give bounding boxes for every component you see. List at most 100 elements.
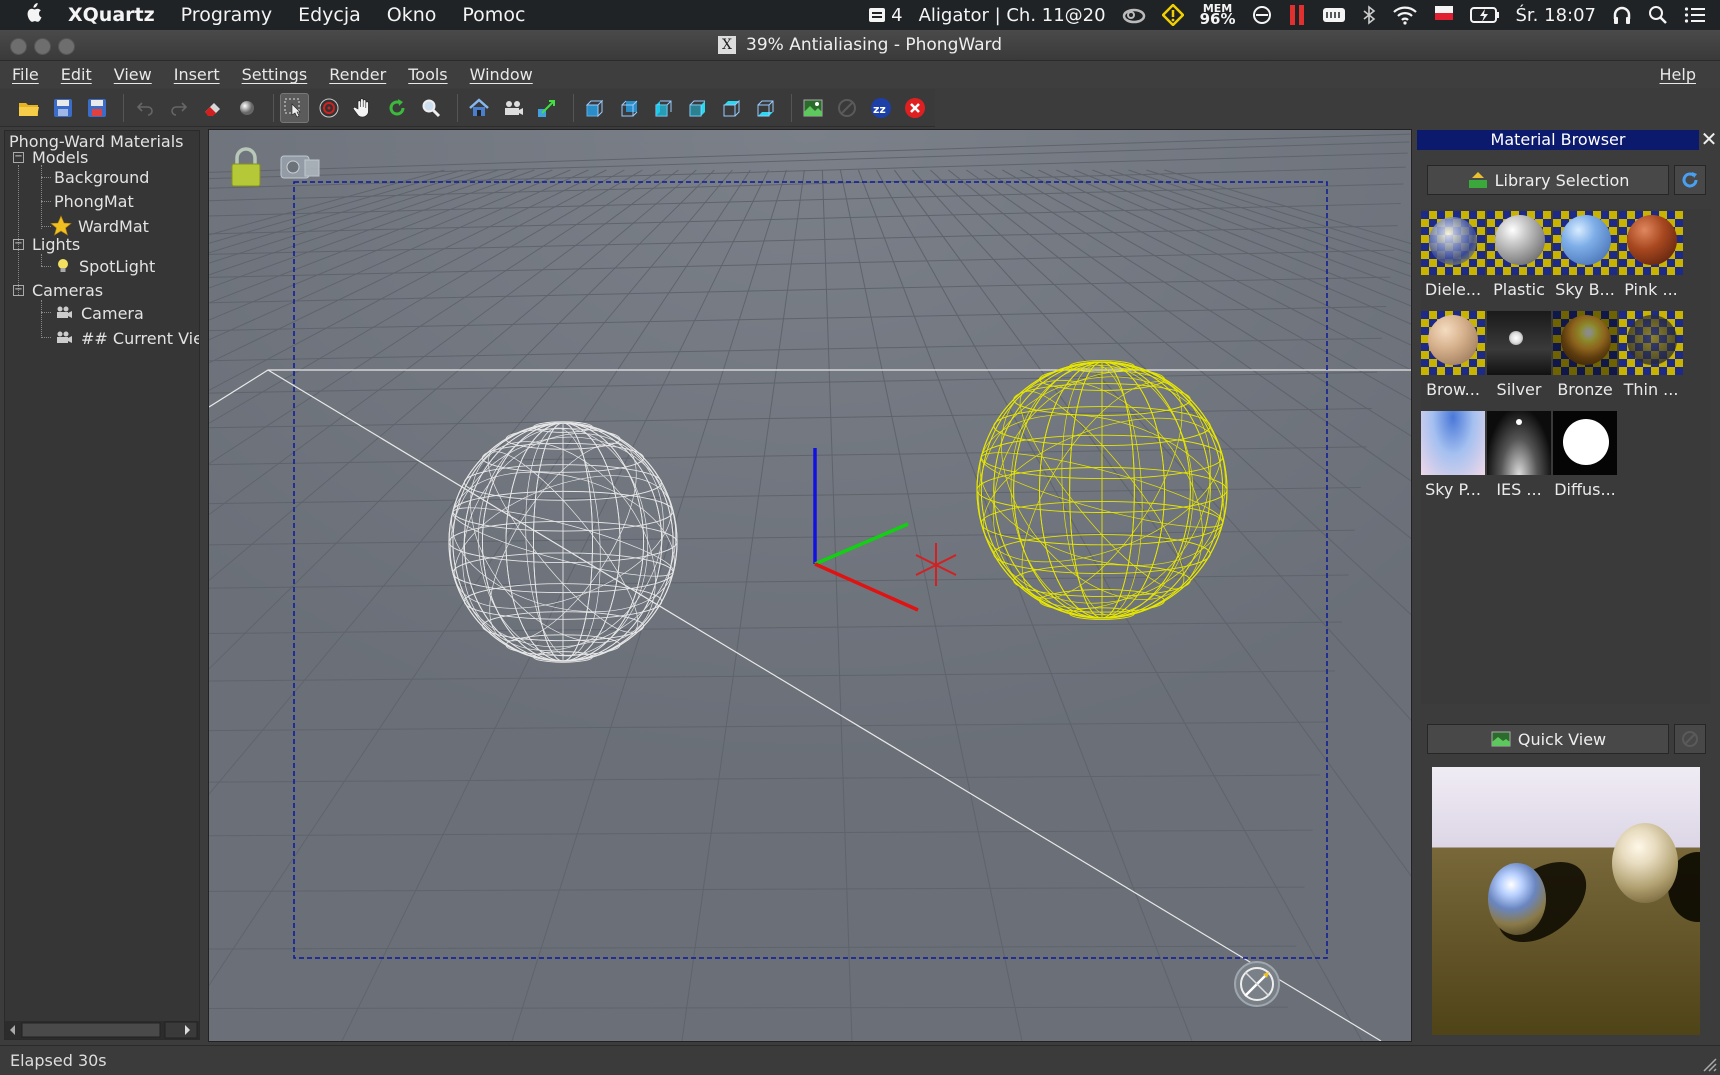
3d-viewport[interactable] bbox=[208, 129, 1412, 1042]
menu-view[interactable]: View bbox=[114, 65, 152, 84]
quick-view-button[interactable]: Quick View bbox=[1427, 724, 1669, 754]
tree-horizontal-scrollbar[interactable] bbox=[5, 1021, 199, 1039]
tree-node-lights[interactable]: − Lights bbox=[13, 232, 80, 256]
collapse-toggle-icon[interactable]: − bbox=[13, 151, 24, 163]
viewport-canvas[interactable] bbox=[209, 130, 1411, 1041]
navigation-compass-icon[interactable] bbox=[1234, 961, 1280, 1007]
open-folder-icon[interactable] bbox=[14, 93, 44, 123]
camera-icon[interactable] bbox=[498, 93, 528, 123]
refresh-library-button[interactable] bbox=[1674, 165, 1706, 195]
menu-settings[interactable]: Settings bbox=[242, 65, 308, 84]
material-thumb-diffuse[interactable]: Diffus... bbox=[1553, 411, 1617, 499]
collapse-toggle-icon[interactable]: − bbox=[13, 238, 24, 250]
tree-item-spotlight[interactable]: SpotLight bbox=[53, 254, 155, 278]
sphere-icon[interactable] bbox=[232, 93, 262, 123]
eraser-icon[interactable] bbox=[198, 93, 228, 123]
menu-edit[interactable]: Edit bbox=[61, 65, 92, 84]
hand-pan-icon[interactable] bbox=[348, 93, 378, 123]
battery-charging-icon[interactable] bbox=[1469, 6, 1500, 24]
menu-programy[interactable]: Programy bbox=[181, 4, 272, 26]
render-image-icon[interactable] bbox=[798, 93, 828, 123]
cube-right-icon[interactable] bbox=[682, 93, 712, 123]
material-thumb-dielectric[interactable]: Diele... bbox=[1421, 211, 1485, 299]
library-selection-button[interactable]: Library Selection bbox=[1427, 165, 1669, 195]
tree-item-camera[interactable]: Camera bbox=[55, 301, 144, 325]
menu-file[interactable]: File bbox=[12, 65, 39, 84]
calendar-event[interactable]: Aligator | Ch. 11@20 bbox=[919, 5, 1106, 26]
cube-front-icon[interactable] bbox=[579, 93, 609, 123]
menu-help[interactable]: Help bbox=[1660, 65, 1696, 84]
notification-center-icon[interactable] bbox=[1684, 6, 1706, 24]
tree-item-current-view[interactable]: ## Current View bbox=[55, 326, 199, 350]
menu-tools[interactable]: Tools bbox=[408, 65, 447, 84]
window-title: 39% Antialiasing - PhongWard bbox=[746, 35, 1002, 55]
material-thumb-thin[interactable]: Thin ... bbox=[1619, 311, 1683, 399]
spotlight-search-icon[interactable] bbox=[1648, 5, 1668, 25]
quick-view-render-preview bbox=[1432, 767, 1700, 1035]
window-titlebar[interactable]: X 39% Antialiasing - PhongWard bbox=[0, 30, 1720, 61]
close-red-icon[interactable] bbox=[901, 93, 931, 123]
menu-pomoc[interactable]: Pomoc bbox=[462, 4, 525, 26]
tree-node-cameras[interactable]: − Cameras bbox=[13, 278, 103, 302]
material-browser-header[interactable]: Material Browser bbox=[1417, 130, 1699, 150]
sync-circle-icon[interactable] bbox=[1252, 5, 1272, 25]
undo-icon[interactable] bbox=[130, 93, 160, 123]
resize-grip-icon[interactable] bbox=[1700, 1055, 1718, 1073]
window-close-button[interactable] bbox=[10, 38, 27, 55]
menu-okno[interactable]: Okno bbox=[387, 4, 437, 26]
apple-icon[interactable] bbox=[24, 2, 42, 28]
bluetooth-icon[interactable] bbox=[1362, 5, 1376, 25]
save-as-icon[interactable] bbox=[82, 93, 112, 123]
menubar-clock[interactable]: Śr. 18:07 bbox=[1516, 5, 1597, 26]
home-icon[interactable] bbox=[464, 93, 494, 123]
material-thumb-label: Diffus... bbox=[1554, 480, 1616, 499]
zoom-icon[interactable] bbox=[417, 93, 447, 123]
keyboard-icon[interactable] bbox=[1322, 6, 1346, 24]
headphones-icon[interactable] bbox=[1612, 5, 1632, 25]
app-name[interactable]: XQuartz bbox=[68, 4, 155, 26]
material-thumb-sky-blue[interactable]: Sky B... bbox=[1553, 211, 1617, 299]
wifi-icon[interactable] bbox=[1392, 5, 1418, 25]
render-stop-icon[interactable] bbox=[832, 93, 862, 123]
material-thumb-brown[interactable]: Brow... bbox=[1421, 311, 1485, 399]
save-icon[interactable] bbox=[48, 93, 78, 123]
material-thumb-plastic[interactable]: Plastic bbox=[1487, 211, 1551, 299]
warning-diamond-icon[interactable] bbox=[1161, 4, 1184, 26]
close-icon[interactable]: ✕ bbox=[1700, 129, 1718, 149]
material-thumb-sky-physical[interactable]: Sky P... bbox=[1421, 411, 1485, 499]
redo-icon[interactable] bbox=[164, 93, 194, 123]
window-minimize-button[interactable] bbox=[34, 38, 51, 55]
cube-back-icon[interactable] bbox=[614, 93, 644, 123]
scroll-left-arrow-icon[interactable] bbox=[10, 1025, 15, 1035]
select-arrow-icon[interactable] bbox=[279, 92, 310, 123]
input-flag-icon[interactable] bbox=[1434, 4, 1454, 26]
cube-bottom-icon[interactable] bbox=[751, 93, 781, 123]
zzz-icon[interactable]: zz bbox=[866, 93, 896, 123]
material-thumb-silver[interactable]: Silver bbox=[1487, 311, 1551, 399]
material-thumb-label: Diele... bbox=[1424, 280, 1482, 299]
material-thumb-ies[interactable]: IES ... bbox=[1487, 411, 1551, 499]
material-thumb-label: Pink ... bbox=[1624, 280, 1678, 299]
window-zoom-button[interactable] bbox=[58, 38, 75, 55]
cube-top-icon[interactable] bbox=[716, 93, 746, 123]
tree-item-background[interactable]: Background bbox=[54, 165, 149, 189]
creative-cloud-icon[interactable] bbox=[1122, 6, 1146, 24]
material-thumb-bronze[interactable]: Bronze bbox=[1553, 311, 1617, 399]
memory-indicator[interactable]: MEM 96% bbox=[1200, 3, 1236, 27]
quick-view-stop-button[interactable] bbox=[1674, 724, 1706, 754]
pause-recording-icon[interactable] bbox=[1288, 4, 1306, 26]
target-icon[interactable] bbox=[314, 93, 344, 123]
menu-render[interactable]: Render bbox=[329, 65, 386, 84]
material-thumb-pink[interactable]: Pink ... bbox=[1619, 211, 1683, 299]
collapse-toggle-icon[interactable]: − bbox=[13, 284, 24, 296]
desktop-switcher[interactable]: 4 bbox=[867, 5, 903, 26]
cube-left-icon[interactable] bbox=[648, 93, 678, 123]
scale-icon[interactable] bbox=[532, 93, 562, 123]
scrollbar-thumb[interactable] bbox=[21, 1022, 161, 1038]
menu-edycja[interactable]: Edycja bbox=[298, 4, 361, 26]
menu-window[interactable]: Window bbox=[470, 65, 533, 84]
tree-connector bbox=[41, 165, 42, 229]
menu-insert[interactable]: Insert bbox=[174, 65, 220, 84]
tree-item-phongmat[interactable]: PhongMat bbox=[54, 189, 134, 213]
rotate-icon[interactable] bbox=[382, 93, 412, 123]
